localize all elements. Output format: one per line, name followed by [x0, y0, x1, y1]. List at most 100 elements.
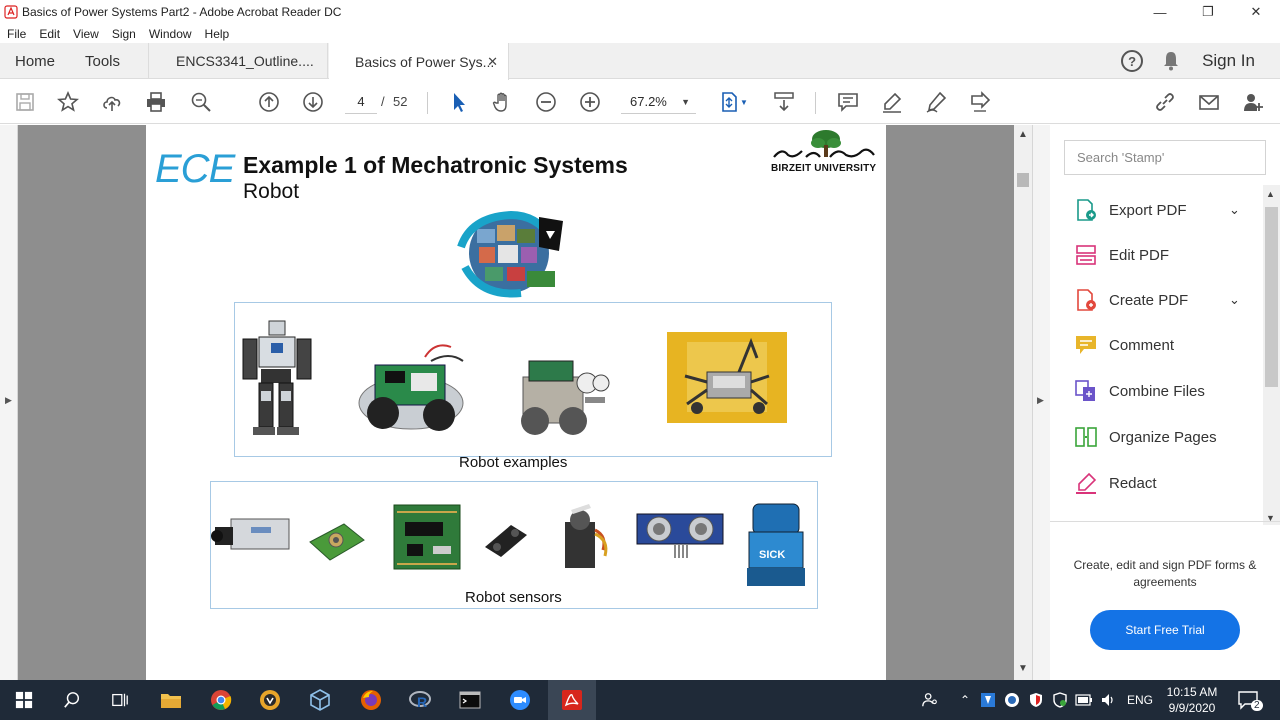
document-viewer: ▶ ECE Example 1 of Mechatronic Systems R… — [0, 125, 1050, 680]
tray-shield-icon[interactable] — [976, 688, 1000, 712]
vpn-app-icon[interactable] — [258, 688, 282, 712]
save-icon[interactable] — [13, 90, 37, 114]
battery-icon[interactable] — [1072, 688, 1096, 712]
zoom-meeting-icon[interactable] — [508, 688, 532, 712]
send-sign-icon[interactable] — [968, 90, 992, 114]
firefox-icon[interactable] — [359, 688, 383, 712]
tool-edit-pdf[interactable]: Edit PDF — [1074, 240, 1169, 270]
scroll-down-icon[interactable]: ▼ — [1018, 663, 1028, 674]
caret-down-icon: ▼ — [681, 96, 690, 107]
zoom-in-icon[interactable] — [578, 90, 602, 114]
menu-sign[interactable]: Sign — [112, 27, 136, 41]
terminal-icon[interactable] — [458, 688, 482, 712]
system-clock[interactable]: 10:15 AM 9/9/2020 — [1160, 684, 1224, 716]
robotics-globe-image — [457, 210, 563, 298]
zoom-out-icon[interactable] — [534, 90, 558, 114]
lego-robot-image — [667, 332, 787, 423]
tool-combine-files[interactable]: Combine Files — [1074, 376, 1205, 406]
help-icon[interactable]: ? — [1121, 50, 1144, 72]
menu-edit[interactable]: Edit — [39, 27, 60, 41]
tab-tools[interactable]: Tools — [85, 43, 120, 79]
tool-combine-files-label: Combine Files — [1109, 382, 1205, 400]
scroll-up-icon[interactable]: ▲ — [1018, 129, 1028, 140]
input-language-indicator[interactable]: ENG — [1127, 693, 1153, 707]
document-scrollbar[interactable]: ▲ ▼ — [1014, 125, 1032, 680]
lidar-sensor-image: SICK — [747, 503, 805, 586]
menu-window[interactable]: Window — [149, 27, 192, 41]
tray-security-shield-icon[interactable] — [1024, 688, 1048, 712]
bell-icon[interactable] — [1162, 51, 1180, 71]
boe-bot-robot-image — [358, 344, 464, 431]
tool-organize-pages[interactable]: Organize Pages — [1074, 422, 1217, 452]
clock-date: 9/9/2020 — [1168, 701, 1216, 715]
people-icon[interactable] — [918, 688, 942, 712]
menu-file[interactable]: File — [7, 27, 26, 41]
close-tab-icon[interactable]: ✕ — [487, 54, 498, 70]
add-user-icon[interactable] — [1241, 90, 1265, 114]
tool-create-pdf-label: Create PDF — [1109, 291, 1189, 309]
page-total: 52 — [393, 94, 408, 109]
chrome-icon[interactable] — [209, 688, 233, 712]
scroll-up-icon[interactable]: ▲ — [1266, 189, 1275, 199]
scroll-thumb[interactable] — [1017, 173, 1029, 187]
tool-export-pdf[interactable]: Export PDF ⌄ — [1074, 195, 1240, 225]
search-icon[interactable] — [60, 688, 84, 712]
maximize-button[interactable]: ❐ — [1184, 0, 1232, 24]
chevron-down-icon[interactable]: ⌄ — [1229, 292, 1240, 308]
tray-defender-icon[interactable] — [1048, 688, 1072, 712]
show-hidden-icons-chevron-icon[interactable]: ⌃ — [953, 688, 977, 712]
tools-side-panel: Search 'Stamp' Export PDF ⌄ Edit PDF Cre… — [1050, 125, 1280, 680]
page-number-input[interactable]: 4 — [345, 90, 377, 114]
redact-icon — [1076, 472, 1097, 494]
sign-in-button[interactable]: Sign In — [1202, 51, 1255, 71]
tool-search-input[interactable]: Search 'Stamp' — [1064, 140, 1266, 175]
volume-icon[interactable] — [1096, 688, 1120, 712]
scroll-thumb[interactable] — [1265, 207, 1278, 387]
menu-help[interactable]: Help — [205, 27, 230, 41]
tray-network-globe-icon[interactable] — [1000, 688, 1024, 712]
bookmark-star-icon[interactable] — [56, 90, 80, 114]
hand-tool-icon[interactable] — [490, 90, 514, 114]
toolbar: 4 / 52 67.2% ▼ ▼ — [0, 80, 1280, 124]
left-panel-toggle[interactable]: ▶ — [0, 125, 18, 680]
chevron-down-icon[interactable]: ⌄ — [1229, 202, 1240, 218]
previous-page-icon[interactable] — [257, 90, 281, 114]
sensor-robot-image — [521, 360, 610, 435]
tab-document-active[interactable]: Basics of Power Sys... ✕ — [329, 43, 509, 80]
task-view-icon[interactable] — [108, 688, 132, 712]
tool-redact[interactable]: Redact — [1074, 468, 1157, 498]
tab-home[interactable]: Home — [15, 43, 55, 79]
right-panel-toggle[interactable]: ▶ — [1032, 125, 1050, 680]
r-language-icon[interactable]: R — [409, 688, 433, 712]
zoom-search-icon[interactable] — [189, 90, 213, 114]
next-page-icon[interactable] — [301, 90, 325, 114]
menu-view[interactable]: View — [73, 27, 99, 41]
scroll-mode-icon[interactable] — [772, 90, 796, 114]
fit-page-caret-icon[interactable]: ▼ — [737, 90, 751, 114]
tool-create-pdf[interactable]: Create PDF ⌄ — [1074, 285, 1240, 315]
highlight-pen-icon[interactable] — [880, 90, 904, 114]
comment-tool-icon[interactable] — [836, 90, 860, 114]
close-window-button[interactable]: ✕ — [1232, 0, 1280, 24]
tab-document-outline-label: ENCS3341_Outline.... — [176, 53, 314, 69]
upload-cloud-icon[interactable] — [100, 90, 124, 114]
print-icon[interactable] — [144, 90, 168, 114]
virtualbox-cube-icon[interactable] — [308, 688, 332, 712]
expand-left-icon: ▶ — [5, 395, 12, 405]
start-free-trial-button[interactable]: Start Free Trial — [1090, 610, 1240, 650]
file-explorer-icon[interactable] — [159, 688, 183, 712]
tab-document-outline[interactable]: ENCS3341_Outline.... — [148, 43, 328, 79]
tool-comment[interactable]: Comment — [1074, 330, 1174, 360]
share-link-icon[interactable] — [1153, 90, 1177, 114]
zoom-level-select[interactable]: 67.2% ▼ — [621, 90, 696, 114]
organize-pages-icon — [1075, 427, 1097, 447]
select-cursor-icon[interactable] — [447, 90, 471, 114]
tools-panel-scrollbar[interactable]: ▲ ▼ — [1263, 185, 1280, 525]
windows-start-icon[interactable] — [12, 688, 36, 712]
minimize-button[interactable]: — — [1136, 0, 1184, 24]
acrobat-app-icon — [4, 5, 18, 19]
acrobat-reader-icon[interactable] — [560, 688, 584, 712]
email-icon[interactable] — [1197, 90, 1221, 114]
ultrasonic-sensor-image — [636, 513, 724, 558]
sign-pen-icon[interactable] — [924, 90, 948, 114]
